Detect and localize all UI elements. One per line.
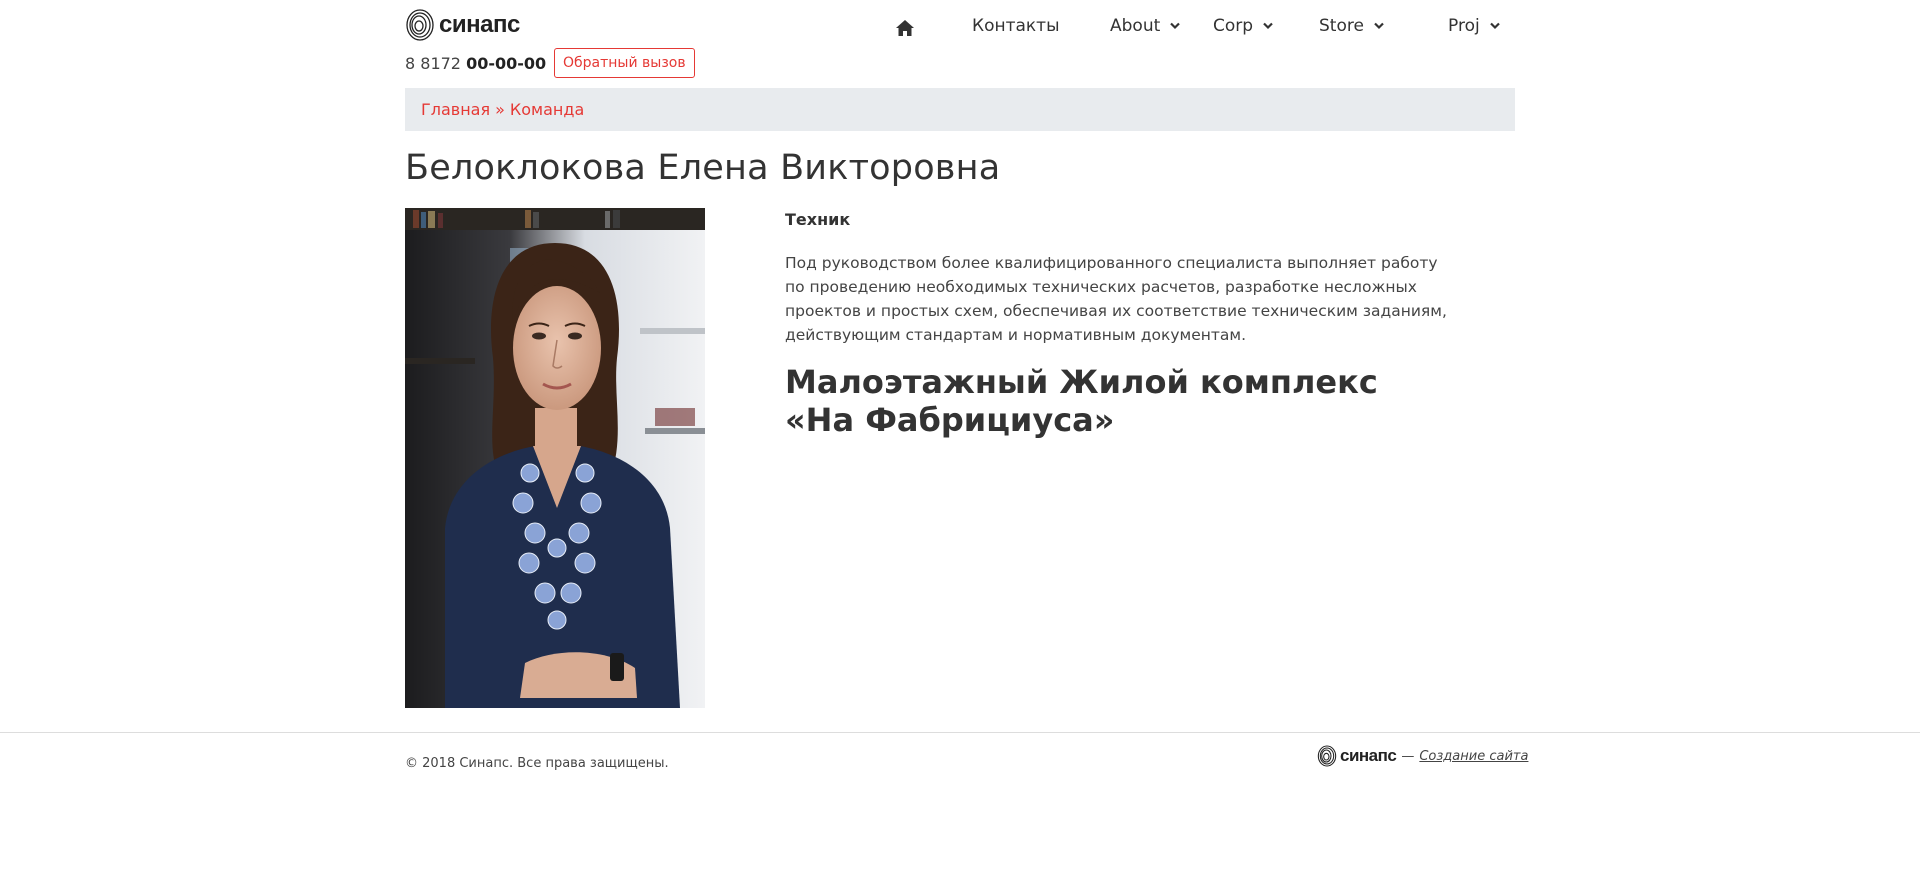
- nav-contacts[interactable]: Контакты: [972, 16, 1060, 36]
- footer-logo-text: синапс: [1340, 746, 1397, 765]
- employee-description: Под руководством более квалифицированног…: [785, 254, 1447, 344]
- nav-corp[interactable]: Corp: [1213, 16, 1273, 36]
- project-title[interactable]: Малоэтажный Жилой комплекс «На Фабрициус…: [785, 363, 1445, 439]
- employee-info: Техник Под руководством более квалифицир…: [785, 208, 1460, 439]
- home-icon[interactable]: [895, 18, 915, 38]
- breadcrumb-home[interactable]: Главная: [421, 100, 490, 119]
- nav-contacts-label: Контакты: [972, 16, 1060, 36]
- logo-text: синапс: [439, 11, 520, 38]
- chevron-down-icon: [1263, 22, 1273, 30]
- nav-about-label: About: [1110, 16, 1161, 36]
- nav-proj-label: Proj: [1448, 16, 1480, 36]
- site-header: синапс 8 8172 00-00-00 Обратный вызов Ко…: [405, 0, 1515, 88]
- breadcrumb-team[interactable]: Команда: [510, 100, 584, 119]
- nav-corp-label: Corp: [1213, 16, 1254, 36]
- phone-number: 8 8172 00-00-00: [405, 54, 546, 73]
- logo-icon: [1317, 745, 1337, 767]
- footer-dash: —: [1401, 748, 1415, 764]
- callback-button[interactable]: Обратный вызов: [554, 48, 695, 78]
- phone-digits: 00-00-00: [466, 54, 547, 73]
- footer-logo: синапс: [1317, 744, 1397, 768]
- site-creation-link[interactable]: Создание сайта: [1419, 749, 1528, 764]
- footer-divider: [0, 732, 1920, 733]
- employee-photo: [405, 208, 705, 708]
- nav-store-label: Store: [1319, 16, 1364, 36]
- page-title: Белоклокова Елена Викторовна: [405, 148, 1001, 188]
- logo-icon: [406, 9, 434, 41]
- phone-prefix: 8 8172: [405, 54, 467, 73]
- nav-proj[interactable]: Proj: [1448, 16, 1500, 36]
- footer-credit: синапс — Создание сайта: [1317, 744, 1528, 768]
- chevron-down-icon: [1489, 22, 1500, 30]
- breadcrumb: Главная » Команда: [405, 88, 1515, 131]
- chevron-down-icon: [1374, 22, 1384, 30]
- chevron-down-icon: [1170, 22, 1181, 30]
- employee-portrait-image: [405, 208, 705, 708]
- nav-store[interactable]: Store: [1319, 16, 1384, 36]
- nav-about[interactable]: About: [1110, 16, 1181, 36]
- site-logo[interactable]: синапс: [405, 8, 520, 42]
- breadcrumb-separator: »: [495, 100, 505, 119]
- footer-copyright: © 2018 Синапс. Все права защищены.: [405, 756, 669, 771]
- employee-position: Техник: [785, 210, 851, 229]
